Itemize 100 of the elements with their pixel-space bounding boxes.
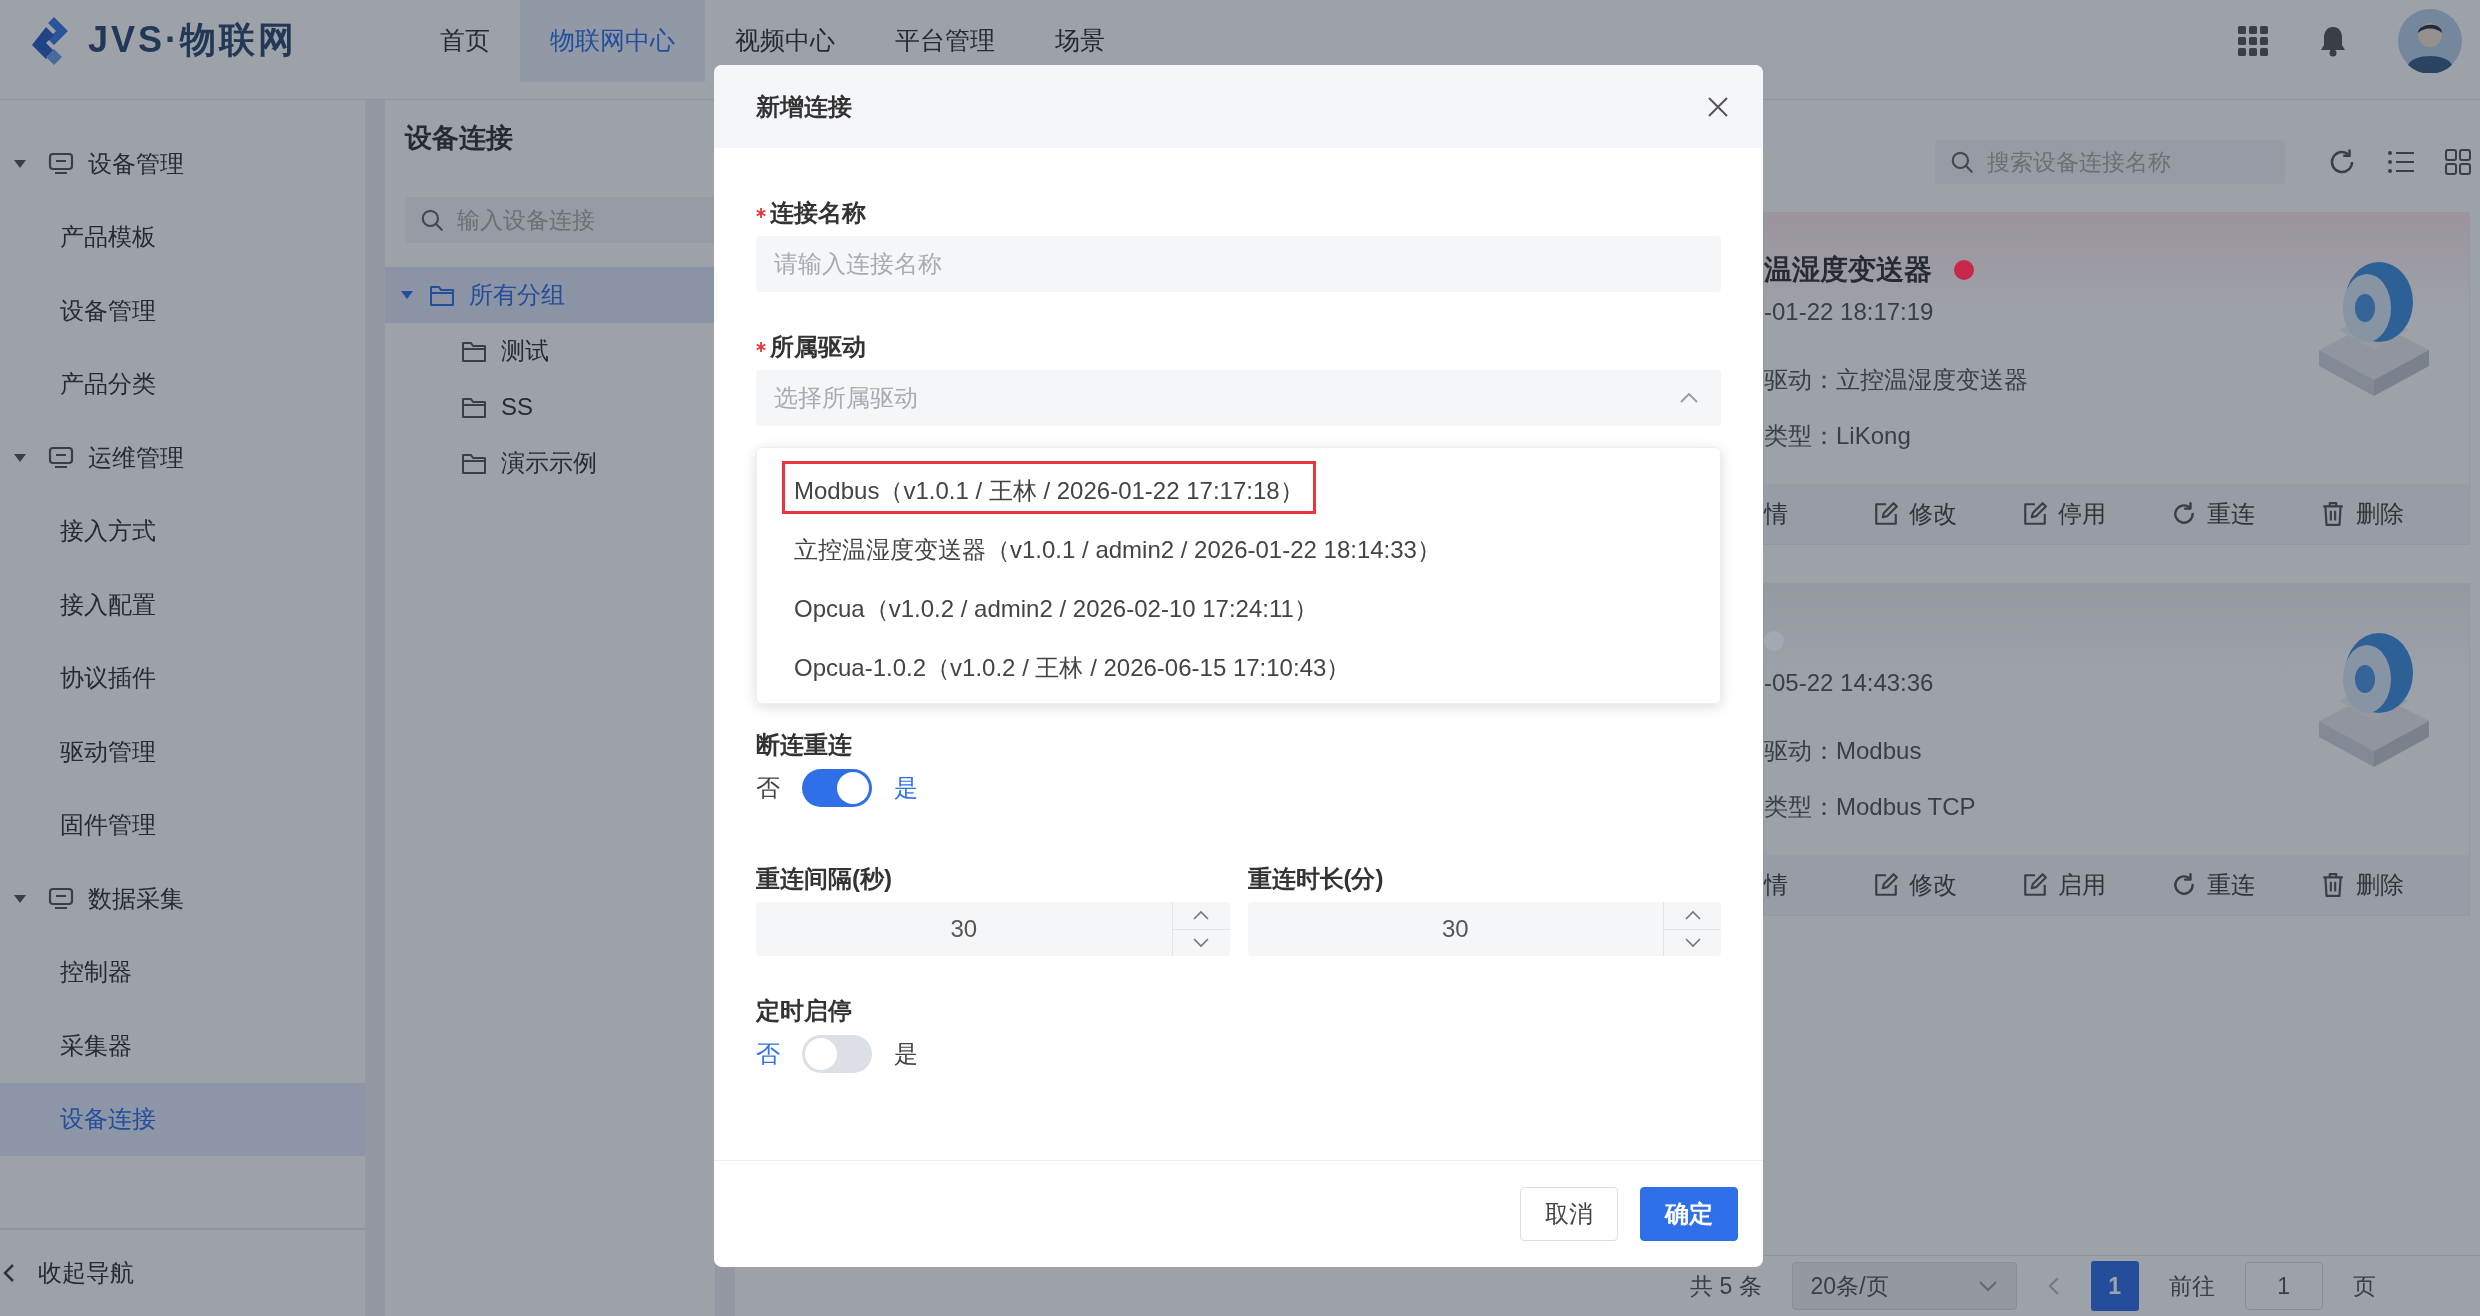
decrement-icon[interactable]: [1683, 937, 1702, 949]
trash-icon: [2320, 872, 2346, 898]
sidebar-group[interactable]: 设备管理: [88, 147, 184, 180]
number-input[interactable]: 30: [1247, 902, 1721, 956]
card-action-button[interactable]: 修改: [1872, 498, 2022, 530]
refresh-icon: [2171, 501, 2197, 527]
apps-grid-icon[interactable]: [2238, 25, 2268, 56]
confirm-button[interactable]: 确定: [1640, 1187, 1738, 1241]
card-action-button[interactable]: 修改: [1872, 869, 2022, 901]
collapse-nav-link[interactable]: 收起导航: [38, 1257, 134, 1289]
card-time: -01-22 18:17:19: [1764, 298, 1935, 326]
tree-node[interactable]: SS: [385, 379, 715, 435]
toggle-switch[interactable]: [802, 769, 872, 807]
folder-icon: [461, 395, 487, 419]
sidebar-item[interactable]: 协议插件: [0, 641, 365, 715]
name-input[interactable]: 请输入连接名称: [756, 236, 1721, 292]
logo-text: JVS·物联网: [88, 18, 298, 62]
increment-icon[interactable]: [1192, 909, 1210, 921]
sidebar-item[interactable]: 接入配置: [0, 568, 365, 642]
edit-icon: [1872, 501, 1899, 527]
card-action-button[interactable]: 情: [1764, 498, 1873, 530]
chevron-up-icon: [1679, 392, 1699, 404]
driver-select[interactable]: 选择所属驱动: [756, 370, 1721, 426]
page-size-select[interactable]: 20条/页: [1791, 1262, 2017, 1310]
dropdown-option[interactable]: Modbus（v1.0.1 / 王林 / 2026-01-22 17:17:18）: [782, 461, 1316, 514]
card-action-button[interactable]: 删除: [2320, 869, 2470, 901]
chevron-left-icon: [2, 1262, 16, 1284]
card-field: 驱动：立控温湿度变送器: [1764, 352, 2028, 408]
goto-label: 前往: [2168, 1271, 2215, 1301]
panel-title: 设备连接: [403, 122, 514, 155]
list-view-icon[interactable]: [2387, 150, 2415, 174]
sidebar-item[interactable]: 产品模板: [0, 200, 365, 274]
grid-view-icon[interactable]: [2445, 149, 2471, 175]
card-action-button[interactable]: 启用: [2022, 869, 2171, 901]
tree-node[interactable]: 演示示例: [385, 435, 715, 491]
page-number[interactable]: 1: [2090, 1261, 2139, 1311]
card-title: 温湿度变送器: [1764, 253, 1932, 287]
field-label: 连接名称: [770, 198, 866, 228]
field-label: 重连时长(分): [1247, 864, 1384, 894]
nav-tab[interactable]: 场景: [1025, 0, 1135, 82]
switch-off-label: 否: [756, 1039, 780, 1069]
total-count: 共 5 条: [1690, 1271, 1762, 1301]
folder-icon: [461, 339, 487, 363]
monitor-icon: [48, 151, 74, 176]
nav-tab[interactable]: 物联网中心: [520, 0, 705, 82]
search-icon: [1949, 149, 1975, 175]
card-time: -05-22 14:43:36: [1764, 669, 1935, 697]
switch-off-label: 否: [756, 773, 780, 803]
sidebar-item[interactable]: 固件管理: [0, 788, 365, 862]
sidebar-group[interactable]: 运维管理: [88, 441, 184, 474]
tree-node[interactable]: 测试: [385, 323, 715, 379]
search-icon: [419, 207, 445, 233]
sidebar-item[interactable]: 控制器: [0, 935, 365, 1009]
folder-icon: [461, 451, 487, 475]
nav-tab[interactable]: 视频中心: [705, 0, 865, 82]
edit-icon: [1872, 872, 1899, 898]
monitor-icon: [48, 445, 74, 470]
refresh-icon: [2171, 872, 2197, 898]
page-input[interactable]: 1: [2244, 1262, 2323, 1310]
card-action-button[interactable]: 情: [1764, 869, 1873, 901]
page-suffix: 页: [2352, 1271, 2376, 1301]
card-field: 驱动：Modbus: [1764, 723, 1976, 779]
sidebar-item[interactable]: 设备管理: [0, 274, 365, 348]
close-icon: [1707, 95, 1729, 118]
bell-icon[interactable]: [2318, 24, 2348, 57]
sidebar-item[interactable]: 产品分类: [0, 347, 365, 421]
sidebar-item[interactable]: 采集器: [0, 1009, 365, 1083]
folder-icon: [429, 283, 455, 307]
sidebar-item[interactable]: 接入方式: [0, 494, 365, 568]
card-field: 类型：LiKong: [1764, 408, 2028, 464]
decrement-icon[interactable]: [1192, 937, 1210, 949]
switch-on-label: 是: [894, 1039, 918, 1069]
edit-icon: [2022, 872, 2048, 898]
card-action-button[interactable]: 删除: [2320, 498, 2470, 530]
nav-tab[interactable]: 平台管理: [865, 0, 1025, 82]
card-action-button[interactable]: 重连: [2171, 498, 2320, 530]
sidebar-group[interactable]: 数据采集: [88, 882, 184, 915]
avatar-icon[interactable]: [2398, 8, 2462, 73]
cancel-button[interactable]: 取消: [1520, 1187, 1618, 1241]
field-label: 定时启停: [756, 996, 852, 1026]
dropdown-option[interactable]: Opcua-1.0.2（v1.0.2 / 王林 / 2026-06-15 17:10:43）: [782, 638, 1363, 691]
chevron-down-icon: [1977, 1280, 1998, 1292]
nav-tab[interactable]: 首页: [410, 0, 520, 82]
toggle-switch[interactable]: [802, 1035, 872, 1073]
dropdown-option[interactable]: 立控温湿度变送器（v1.0.1 / admin2 / 2026-01-22 18:14:33）: [782, 520, 1453, 573]
dropdown-option[interactable]: Opcua（v1.0.2 / admin2 / 2026-02-10 17:24:11）: [782, 579, 1330, 632]
number-input[interactable]: 30: [756, 902, 1230, 956]
switch-on-label: 是: [894, 773, 918, 803]
card-action-button[interactable]: 停用: [2022, 498, 2171, 530]
card-field: 类型：Modbus TCP: [1764, 779, 1976, 835]
monitor-icon: [48, 886, 74, 911]
edit-icon: [2022, 501, 2048, 527]
card-action-button[interactable]: 重连: [2171, 869, 2320, 901]
increment-icon[interactable]: [1683, 909, 1702, 921]
dialog-title: 新增连接: [756, 91, 852, 122]
field-label: 断连重连: [756, 730, 852, 760]
field-label: 所属驱动: [770, 332, 866, 362]
field-label: 重连间隔(秒): [756, 864, 892, 894]
sidebar-item[interactable]: 驱动管理: [0, 715, 365, 789]
trash-icon: [2320, 501, 2346, 527]
